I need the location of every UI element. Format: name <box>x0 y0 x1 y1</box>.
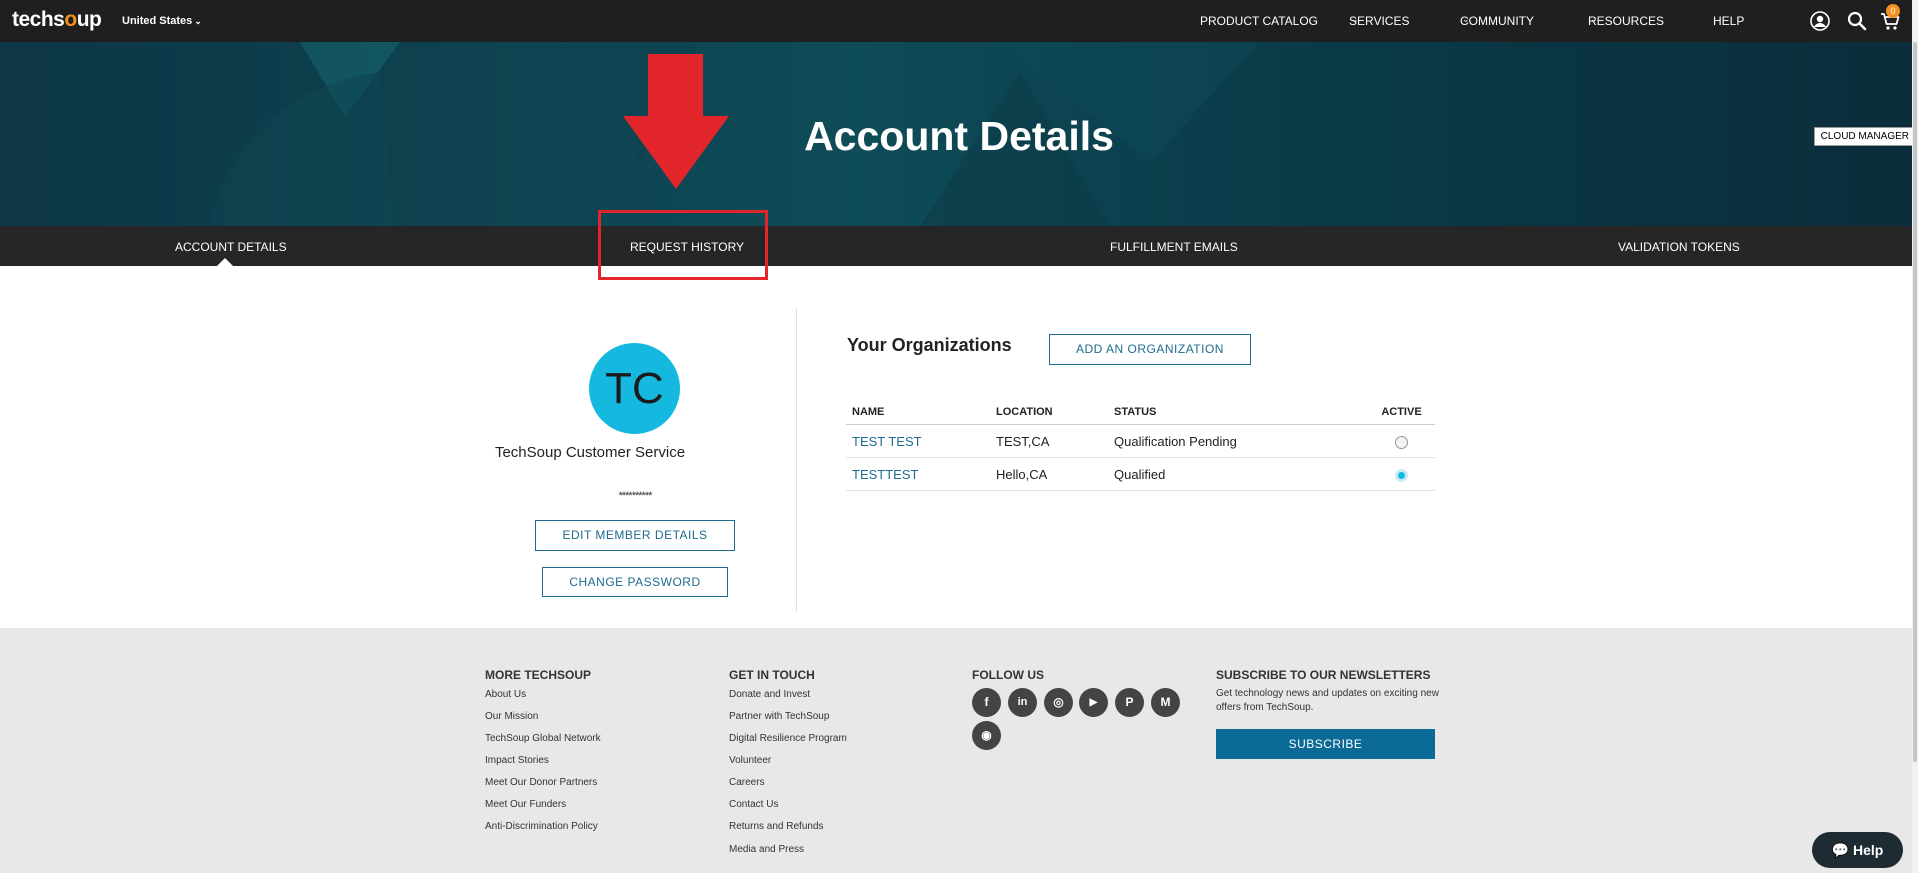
column-header-name: NAME <box>846 398 990 425</box>
footer-link[interactable]: TechSoup Global Network <box>485 733 601 744</box>
page-title: Account Details <box>804 113 1114 159</box>
org-name-link[interactable]: TESTTEST <box>846 457 990 491</box>
nav-help[interactable]: HELP <box>1713 14 1744 28</box>
footer-link[interactable]: Media and Press <box>729 844 804 855</box>
active-org-radio-selected[interactable] <box>1395 469 1408 483</box>
footer-link[interactable]: Impact Stories <box>485 755 549 766</box>
footer-link[interactable]: Anti-Discrimination Policy <box>485 821 598 832</box>
techsoup-logo[interactable]: techsoup <box>12 8 102 32</box>
table-row: TEST TEST TEST,CA Qualification Pending <box>846 424 1435 458</box>
footer-link[interactable]: Donate and Invest <box>729 689 810 700</box>
footer-link[interactable]: Partner with TechSoup <box>729 711 829 722</box>
org-location: TEST,CA <box>990 424 1108 458</box>
footer-link[interactable]: Meet Our Donor Partners <box>485 777 597 788</box>
org-status: Qualified <box>1108 457 1368 491</box>
table-header-row: NAME LOCATION STATUS ACTIVE <box>846 398 1435 425</box>
rss-icon[interactable]: ◉ <box>972 721 1001 750</box>
chevron-down-icon: ⌄ <box>1351 14 1359 24</box>
linkedin-icon[interactable]: in <box>1008 688 1037 717</box>
site-footer <box>0 628 1918 873</box>
active-org-radio[interactable] <box>1395 436 1408 450</box>
change-password-button[interactable]: CHANGE PASSWORD <box>542 567 728 597</box>
member-name: TechSoup Customer Service <box>494 444 686 461</box>
account-tabs: ACCOUNT DETAILS REQUEST HISTORY FULFILLM… <box>0 226 1918 266</box>
chevron-down-icon: ⌄ <box>194 16 202 26</box>
facebook-icon[interactable]: f <box>972 688 1001 717</box>
youtube-icon[interactable]: ▶ <box>1079 688 1108 717</box>
footer-link[interactable]: Contact Us <box>729 799 778 810</box>
scrollbar-thumb[interactable] <box>1913 42 1917 762</box>
footer-newsletter-title: SUBSCRIBE TO OUR NEWSLETTERS <box>1216 668 1431 682</box>
edit-member-details-button[interactable]: EDIT MEMBER DETAILS <box>535 520 735 551</box>
cloud-manager-button[interactable]: CLOUD MANAGER <box>1813 127 1916 146</box>
search-icon[interactable] <box>1846 10 1868 32</box>
pinterest-icon[interactable]: P <box>1115 688 1144 717</box>
subscribe-button[interactable]: SUBSCRIBE <box>1216 729 1435 759</box>
footer-link[interactable]: About Us <box>485 689 526 700</box>
footer-link[interactable]: Digital Resilience Program <box>729 733 847 744</box>
section-divider <box>796 308 797 612</box>
medium-icon[interactable]: M <box>1151 688 1180 717</box>
nav-product-catalog[interactable]: PRODUCT CATALOG <box>1200 14 1318 28</box>
column-header-active: ACTIVE <box>1368 398 1435 425</box>
tab-fulfillment-emails[interactable]: FULFILLMENT EMAILS <box>1110 240 1238 254</box>
chevron-down-icon: ⌄ <box>1462 14 1470 24</box>
footer-follow-us-title: FOLLOW US <box>972 668 1044 682</box>
country-selector[interactable]: United States ⌄ <box>122 15 202 27</box>
org-location: Hello,CA <box>990 457 1108 491</box>
organizations-title: Your Organizations <box>847 335 1012 355</box>
top-navigation: techsoup United States ⌄ PRODUCT CATALOG … <box>0 0 1918 42</box>
tab-account-details[interactable]: ACCOUNT DETAILS <box>175 240 287 254</box>
tab-validation-tokens[interactable]: VALIDATION TOKENS <box>1618 240 1740 254</box>
newsletter-description: Get technology news and updates on excit… <box>1216 688 1439 713</box>
password-mask: ********** <box>618 490 653 502</box>
active-tab-indicator <box>217 258 233 266</box>
column-header-status: STATUS <box>1108 398 1368 425</box>
org-name-link[interactable]: TEST TEST <box>846 424 990 458</box>
annotation-highlight-box <box>598 210 768 280</box>
footer-link[interactable]: Returns and Refunds <box>729 821 824 832</box>
user-icon[interactable] <box>1809 10 1831 32</box>
cart-count-badge: 0 <box>1886 4 1900 18</box>
instagram-icon[interactable]: ◎ <box>1044 688 1073 717</box>
org-status: Qualification Pending <box>1108 424 1368 458</box>
table-row: TESTTEST Hello,CA Qualified <box>846 457 1435 491</box>
add-organization-button[interactable]: ADD AN ORGANIZATION <box>1049 334 1251 365</box>
organizations-table: NAME LOCATION STATUS ACTIVE TEST TEST TE… <box>846 398 1435 491</box>
footer-more-techsoup-title: MORE TECHSOUP <box>485 668 592 682</box>
column-header-location: LOCATION <box>990 398 1108 425</box>
avatar: TC <box>589 343 680 434</box>
footer-link[interactable]: Our Mission <box>485 711 538 722</box>
footer-link[interactable]: Meet Our Funders <box>485 799 566 810</box>
footer-link[interactable]: Volunteer <box>729 755 771 766</box>
chat-bubble-icon: 💬 <box>1831 842 1850 858</box>
footer-get-in-touch-title: GET IN TOUCH <box>729 668 815 682</box>
footer-link[interactable]: Careers <box>729 777 765 788</box>
help-chat-button[interactable]: 💬 Help <box>1812 832 1903 868</box>
hero-banner: Account Details CLOUD MANAGER <box>0 42 1918 226</box>
chevron-down-icon: ⌄ <box>1590 14 1598 24</box>
